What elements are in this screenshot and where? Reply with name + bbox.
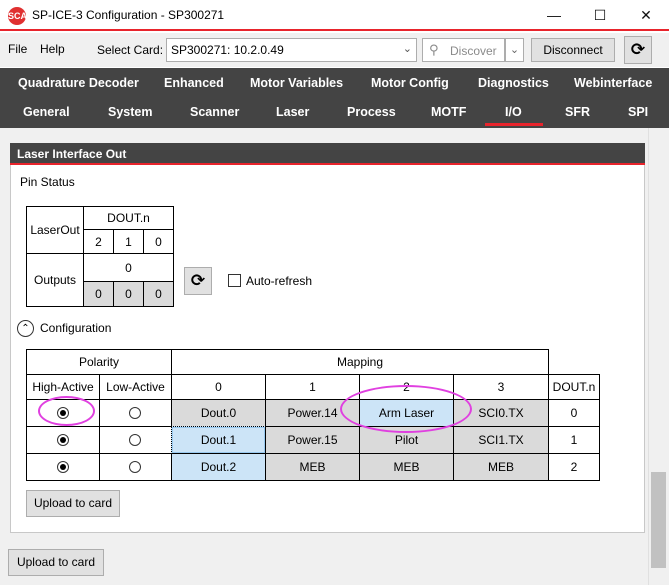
- tab-scanner[interactable]: Scanner: [190, 105, 239, 119]
- low-active-radio[interactable]: [129, 461, 141, 473]
- scrollbar-thumb[interactable]: [651, 472, 666, 568]
- mapping-cell[interactable]: Dout.2: [171, 453, 266, 481]
- select-card-value: SP300271: 10.2.0.49: [171, 43, 284, 57]
- high-active-radio[interactable]: [57, 434, 69, 446]
- output-bit: 0: [113, 281, 144, 307]
- low-active-cell: [99, 426, 172, 454]
- select-card-label: Select Card:: [97, 43, 164, 57]
- configuration-label: Configuration: [40, 321, 112, 335]
- tab-spi[interactable]: SPI: [628, 105, 648, 119]
- output-bit: 0: [143, 281, 174, 307]
- tab-laser[interactable]: Laser: [276, 105, 309, 119]
- minimize-icon[interactable]: —: [531, 0, 577, 30]
- discover-button[interactable]: ⚲ Discover: [422, 38, 505, 62]
- disconnect-button[interactable]: Disconnect: [531, 38, 615, 62]
- select-card-dropdown[interactable]: SP300271: 10.2.0.49 ⌄: [166, 38, 417, 62]
- upload-to-card-button[interactable]: Upload to card: [8, 549, 104, 576]
- window-title: SP-ICE-3 Configuration - SP300271: [32, 8, 225, 22]
- app-icon: SCA: [8, 7, 27, 25]
- chevron-down-icon: ⌄: [402, 43, 412, 55]
- mapping-col-header: 3: [453, 374, 549, 400]
- dout-n-cell: 1: [548, 426, 600, 454]
- discover-label: Discover: [450, 44, 497, 58]
- tab-motf[interactable]: MOTF: [431, 105, 466, 119]
- tab-motor-config[interactable]: Motor Config: [371, 76, 449, 90]
- auto-refresh-label: Auto-refresh: [246, 274, 313, 288]
- low-active-header: Low-Active: [99, 374, 172, 400]
- annotation-ellipse: [38, 396, 95, 426]
- tab-motor-variables[interactable]: Motor Variables: [250, 76, 343, 90]
- mapping-header: Mapping: [171, 349, 549, 375]
- high-active-radio[interactable]: [57, 461, 69, 473]
- annotation-ellipse: [340, 385, 472, 433]
- low-active-radio[interactable]: [129, 434, 141, 446]
- refresh-icon[interactable]: ⟳: [624, 36, 652, 64]
- low-active-radio[interactable]: [129, 407, 141, 419]
- menu-help[interactable]: Help: [40, 42, 65, 56]
- search-icon: ⚲: [429, 42, 439, 57]
- dout-n-header: DOUT.n: [83, 206, 174, 230]
- bit-header: 2: [83, 229, 114, 254]
- auto-refresh-checkbox[interactable]: [228, 274, 241, 287]
- output-bit: 0: [83, 281, 114, 307]
- discover-dropdown-button[interactable]: ⌄: [505, 38, 524, 62]
- tab-enhanced[interactable]: Enhanced: [164, 76, 224, 90]
- high-active-cell: [26, 453, 100, 481]
- high-active-cell: [26, 426, 100, 454]
- dout-n-cell: 0: [548, 399, 600, 427]
- tab-quadrature-decoder[interactable]: Quadrature Decoder: [18, 76, 139, 90]
- low-active-cell: [99, 453, 172, 481]
- bit-header: 0: [143, 229, 174, 254]
- polarity-header: Polarity: [26, 349, 172, 375]
- mapping-cell[interactable]: Power.15: [265, 426, 360, 454]
- tab-io[interactable]: I/O: [505, 105, 522, 119]
- tab-diagnostics[interactable]: Diagnostics: [478, 76, 549, 90]
- mapping-cell[interactable]: Dout.1: [171, 426, 266, 454]
- mapping-col-header: 0: [171, 374, 266, 400]
- mapping-cell[interactable]: MEB: [453, 453, 549, 481]
- laser-out-header: LaserOut: [26, 206, 84, 254]
- close-icon[interactable]: ✕: [623, 0, 669, 30]
- outputs-label: Outputs: [26, 253, 84, 307]
- chevron-up-icon[interactable]: ⌃: [17, 320, 34, 337]
- tab-general[interactable]: General: [23, 105, 70, 119]
- tab-process[interactable]: Process: [347, 105, 396, 119]
- menu-file[interactable]: File: [8, 42, 27, 56]
- active-tab-indicator: [485, 123, 543, 126]
- pin-status-label: Pin Status: [20, 175, 75, 189]
- panel-title: Laser Interface Out: [10, 143, 645, 165]
- outputs-value: 0: [83, 253, 174, 282]
- maximize-icon[interactable]: ☐: [577, 0, 623, 30]
- mapping-col-header: 1: [265, 374, 360, 400]
- mapping-cell[interactable]: MEB: [265, 453, 360, 481]
- dout-n-cell: 2: [548, 453, 600, 481]
- refresh-icon[interactable]: ⟳: [184, 267, 212, 295]
- mapping-cell[interactable]: Dout.0: [171, 399, 266, 427]
- dout-n-header: DOUT.n: [548, 374, 600, 400]
- tab-sfr[interactable]: SFR: [565, 105, 590, 119]
- upload-to-card-button[interactable]: Upload to card: [26, 490, 120, 517]
- bit-header: 1: [113, 229, 144, 254]
- tab-system[interactable]: System: [108, 105, 152, 119]
- low-active-cell: [99, 399, 172, 427]
- mapping-cell[interactable]: SCI1.TX: [453, 426, 549, 454]
- menu-bar: File Help Select Card: SP300271: 10.2.0.…: [0, 33, 669, 67]
- mapping-cell[interactable]: MEB: [359, 453, 454, 481]
- tab-webinterface[interactable]: Webinterface: [574, 76, 652, 90]
